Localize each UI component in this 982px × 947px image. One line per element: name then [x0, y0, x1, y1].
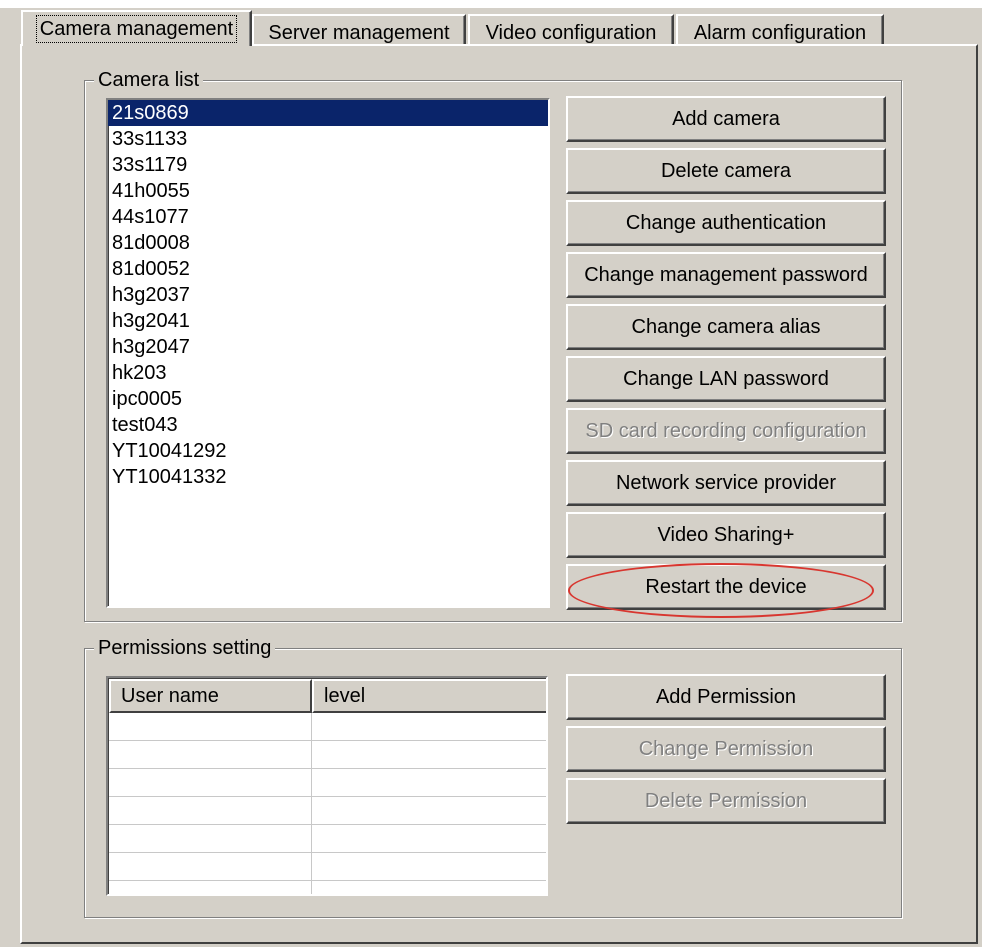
settings-window: Camera management Server management Vide…: [0, 0, 982, 947]
change-permission-button[interactable]: Change Permission: [566, 726, 886, 772]
table-row[interactable]: [109, 853, 546, 881]
camera-items: 21s0869 33s1133 33s1179 41h0055 44s1077 81d00…: [108, 100, 548, 490]
camera-list-item[interactable]: 33s1179: [108, 152, 548, 178]
caption-strip: [0, 0, 982, 8]
table-cell-level: [312, 741, 546, 769]
sd-card-recording-configuration-button[interactable]: SD card recording configuration: [566, 408, 886, 454]
camera-list-item[interactable]: 21s0869: [108, 100, 548, 126]
table-cell-user-name: [109, 881, 312, 894]
camera-list-item[interactable]: 81d0008: [108, 230, 548, 256]
change-lan-password-button[interactable]: Change LAN password: [566, 356, 886, 402]
add-camera-button[interactable]: Add camera: [566, 96, 886, 142]
table-row[interactable]: [109, 741, 546, 769]
add-permission-button[interactable]: Add Permission: [566, 674, 886, 720]
tab-server-management[interactable]: Server management: [252, 14, 466, 46]
table-cell-user-name: [109, 769, 312, 797]
table-cell-level: [312, 769, 546, 797]
permissions-table-rows: [109, 713, 546, 894]
camera-list-item[interactable]: test043: [108, 412, 548, 438]
video-sharing-button[interactable]: Video Sharing+: [566, 512, 886, 558]
camera-list-item[interactable]: h3g2037: [108, 282, 548, 308]
table-cell-user-name: [109, 825, 312, 853]
tab-label: Camera management: [35, 15, 238, 43]
camera-listbox[interactable]: 21s0869 33s1133 33s1179 41h0055 44s1077 81d00…: [106, 98, 550, 608]
camera-list-item[interactable]: ipc0005: [108, 386, 548, 412]
camera-list-item[interactable]: h3g2047: [108, 334, 548, 360]
camera-list-item[interactable]: 33s1133: [108, 126, 548, 152]
camera-list-item[interactable]: hk203: [108, 360, 548, 386]
camera-list-item[interactable]: 44s1077: [108, 204, 548, 230]
restart-device-button[interactable]: Restart the device: [566, 564, 886, 610]
table-row[interactable]: [109, 881, 546, 894]
change-camera-alias-button[interactable]: Change camera alias: [566, 304, 886, 350]
table-cell-level: [312, 797, 546, 825]
table-cell-user-name: [109, 797, 312, 825]
permissions-group-title: Permissions setting: [94, 637, 276, 659]
network-service-provider-button[interactable]: Network service provider: [566, 460, 886, 506]
tab-alarm-configuration[interactable]: Alarm configuration: [676, 14, 884, 46]
permissions-table[interactable]: User name level: [106, 676, 548, 896]
tab-video-configuration[interactable]: Video configuration: [468, 14, 674, 46]
delete-camera-button[interactable]: Delete camera: [566, 148, 886, 194]
change-authentication-button[interactable]: Change authentication: [566, 200, 886, 246]
table-row[interactable]: [109, 797, 546, 825]
column-header-level[interactable]: level: [312, 679, 546, 713]
camera-list-group-title: Camera list: [94, 69, 204, 91]
table-row[interactable]: [109, 713, 546, 741]
table-cell-level: [312, 853, 546, 881]
cropped-caption-text: [420, 0, 640, 6]
table-row[interactable]: [109, 769, 546, 797]
camera-list-item[interactable]: h3g2041: [108, 308, 548, 334]
change-management-password-button[interactable]: Change management password: [566, 252, 886, 298]
column-header-user-name[interactable]: User name: [109, 679, 312, 713]
tab-camera-management[interactable]: Camera management: [21, 10, 252, 46]
camera-list-item[interactable]: YT10041332: [108, 464, 548, 490]
table-cell-level: [312, 881, 546, 894]
camera-list-item[interactable]: 81d0052: [108, 256, 548, 282]
camera-list-item[interactable]: YT10041292: [108, 438, 548, 464]
table-row[interactable]: [109, 825, 546, 853]
delete-permission-button[interactable]: Delete Permission: [566, 778, 886, 824]
table-cell-level: [312, 713, 546, 741]
table-cell-level: [312, 825, 546, 853]
table-cell-user-name: [109, 713, 312, 741]
table-cell-user-name: [109, 853, 312, 881]
camera-list-item[interactable]: 41h0055: [108, 178, 548, 204]
table-cell-user-name: [109, 741, 312, 769]
